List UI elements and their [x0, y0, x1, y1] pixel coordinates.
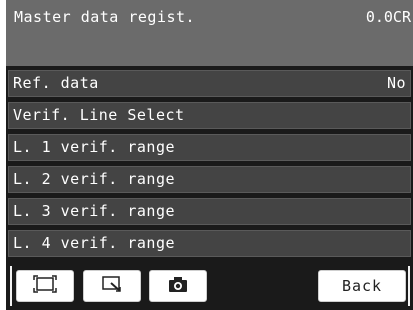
header-panel: Master data regist. 0.0CR: [6, 0, 413, 66]
camera-icon: [165, 274, 191, 298]
capture-button[interactable]: [149, 270, 207, 302]
menu-item-l3-verif-range[interactable]: L. 3 verif. range: [8, 198, 411, 225]
menu-item-label: L. 2 verif. range: [13, 170, 176, 188]
menu-item-label: L. 1 verif. range: [13, 138, 176, 156]
menu-item-label: L. 4 verif. range: [13, 234, 176, 252]
header-value: 0.0CR: [365, 8, 411, 26]
fit-screen-icon: [32, 274, 58, 298]
fit-screen-button[interactable]: [16, 270, 74, 302]
back-button[interactable]: Back: [318, 270, 406, 302]
menu-item-l4-verif-range[interactable]: L. 4 verif. range: [8, 230, 411, 257]
menu-item-l1-verif-range[interactable]: L. 1 verif. range: [8, 134, 411, 161]
menu-item-label: Verif. Line Select: [13, 106, 185, 124]
page-title: Master data regist.: [14, 8, 196, 26]
zoom-icon: [99, 274, 125, 298]
menu-item-label: Ref. data: [13, 74, 99, 92]
menu-item-label: L. 3 verif. range: [13, 202, 176, 220]
menu-item-ref-data[interactable]: Ref. data No: [8, 70, 411, 97]
zoom-button[interactable]: [83, 270, 141, 302]
back-button-label: Back: [341, 277, 383, 295]
menu-item-l2-verif-range[interactable]: L. 2 verif. range: [8, 166, 411, 193]
menu-item-value: No: [386, 74, 406, 92]
menu-item-verif-line-select[interactable]: Verif. Line Select: [8, 102, 411, 129]
